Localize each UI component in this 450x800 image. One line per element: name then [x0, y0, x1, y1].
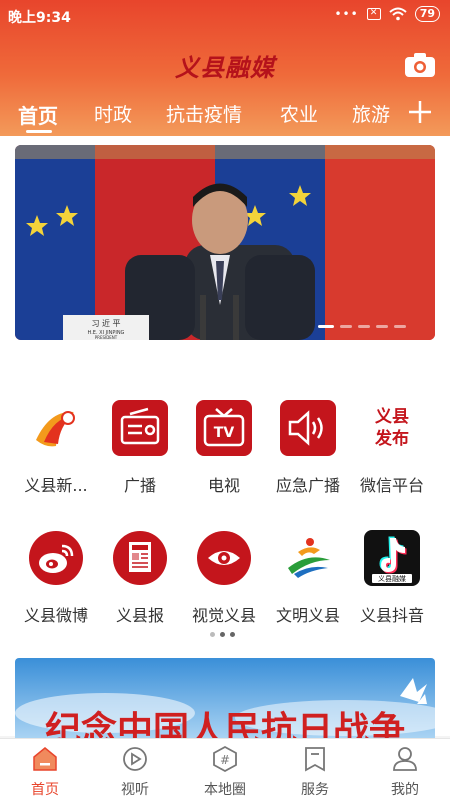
banner-carousel[interactable]: 习 近 平 H.E. XI JINPING PRESIDENT — [15, 145, 435, 340]
status-time: 晚上9:34 — [8, 10, 71, 26]
play-icon — [123, 747, 147, 771]
weibo-icon — [29, 531, 83, 585]
douyin-icon: 义县融媒 — [364, 530, 420, 586]
indicator-dot — [220, 632, 225, 637]
sim-x-icon: ✕ — [366, 8, 381, 20]
camera-icon[interactable] — [404, 52, 436, 78]
banner-image: 习 近 平 H.E. XI JINPING PRESIDENT — [15, 145, 435, 340]
promo-banner-text: 纪念中国人民抗日战争 — [45, 709, 405, 738]
pager-dot[interactable] — [340, 325, 352, 328]
status-bar: 晚上9:34 ••• ✕ 79 — [0, 0, 450, 32]
tab-fight-epidemic[interactable]: 抗击疫情 — [166, 100, 242, 127]
indicator-dot — [210, 632, 215, 637]
category-tabs: 首页 时政 抗击疫情 农业 旅游 — [0, 96, 450, 136]
yixian-news-logo-icon — [28, 400, 84, 456]
nav-label: 我的 — [391, 782, 419, 798]
home-icon — [33, 747, 57, 771]
active-tab-indicator — [26, 130, 52, 133]
grid-label: 义县微博 — [23, 606, 88, 625]
nav-local-circle[interactable]: # 本地圈 — [180, 739, 270, 800]
yixian-fabu-icon: 义县 发布 — [364, 400, 420, 456]
bottom-navigation: 首页 视听 # 本地圈 服务 我的 — [0, 738, 450, 800]
nav-audio-video[interactable]: 视听 — [90, 739, 180, 800]
tab-agriculture[interactable]: 农业 — [280, 100, 318, 127]
nav-label: 首页 — [31, 782, 59, 798]
civilization-logo-icon — [280, 530, 336, 586]
grid-label: 义县抖音 — [359, 606, 424, 625]
douyin-icon-text: 义县融媒 — [378, 574, 406, 583]
grid-label: 视觉义县 — [191, 606, 256, 625]
nameplate-name: 习 近 平 — [91, 318, 120, 328]
wifi-icon — [389, 7, 407, 21]
pager-dot[interactable] — [318, 325, 334, 328]
radio-icon — [112, 400, 168, 456]
tab-home[interactable]: 首页 — [18, 100, 58, 129]
carousel-pager — [318, 325, 406, 328]
grid-label: 义县报 — [115, 606, 164, 625]
profile-icon — [393, 747, 417, 771]
nav-home[interactable]: 首页 — [0, 739, 90, 800]
promo-banner-image: 纪念中国人民抗日战争 — [15, 658, 435, 738]
app-brand-title: 义县融媒 — [175, 53, 275, 82]
grid-label: 广播 — [123, 476, 156, 495]
pager-dot[interactable] — [376, 325, 388, 328]
fabu-line1: 义县 — [375, 407, 409, 427]
grid-page-indicator — [210, 632, 235, 637]
grid-label: 电视 — [207, 476, 240, 495]
hashtag-icon: # — [213, 745, 237, 773]
grid-label: 应急广播 — [275, 476, 340, 495]
plus-icon[interactable] — [406, 98, 434, 126]
bookmark-icon — [305, 747, 325, 772]
grid-label: 义县新... — [24, 476, 88, 495]
newspaper-icon — [113, 531, 167, 585]
promo-banner[interactable]: 纪念中国人民抗日战争 — [15, 658, 435, 738]
nav-mine[interactable]: 我的 — [360, 739, 450, 800]
emergency-broadcast-icon — [280, 400, 336, 456]
nav-label: 本地圈 — [204, 782, 246, 798]
tab-tourism[interactable]: 旅游 — [352, 100, 390, 127]
tv-icon: TV — [196, 400, 252, 456]
nameplate-title: PRESIDENT — [95, 335, 118, 340]
nav-label: 视听 — [121, 782, 149, 798]
pager-dot[interactable] — [394, 325, 406, 328]
signal-dots: ••• — [334, 7, 359, 21]
svg-text:TV: TV — [214, 425, 235, 441]
tab-politics[interactable]: 时政 — [94, 100, 132, 127]
grid-label: 文明义县 — [275, 606, 340, 625]
nav-services[interactable]: 服务 — [270, 739, 360, 800]
nav-label: 服务 — [301, 782, 329, 798]
battery-indicator: 79 — [414, 6, 440, 22]
fabu-line2: 发布 — [375, 429, 409, 449]
eye-icon — [197, 531, 251, 585]
grid-label: 微信平台 — [359, 476, 424, 495]
pager-dot[interactable] — [358, 325, 370, 328]
indicator-dot — [230, 632, 235, 637]
svg-text:#: # — [220, 753, 230, 767]
